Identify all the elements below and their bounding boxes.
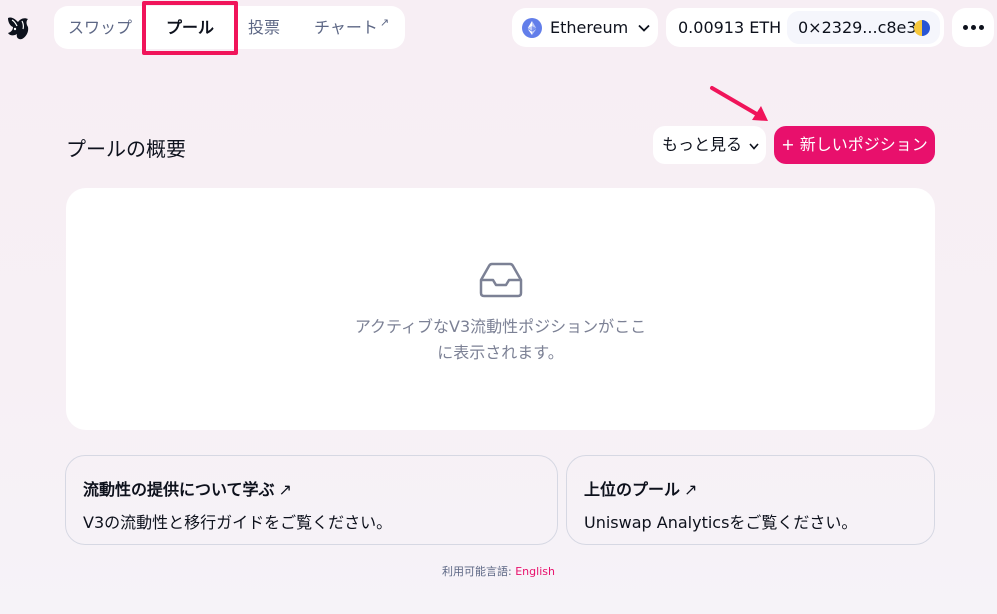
main-nav: スワップ プール 投票 チャート ↗ — [54, 6, 405, 49]
ellipsis-icon — [962, 25, 968, 30]
nav-tab-vote[interactable]: 投票 — [248, 6, 280, 49]
top-pools-subtitle: Uniswap Analyticsをご覧ください。 — [584, 513, 858, 532]
language-prefix: 利用可能言語: — [442, 565, 516, 578]
eth-balance: 0.00913 ETH — [678, 18, 782, 37]
network-label: Ethereum — [550, 18, 629, 37]
positions-empty-card: アクティブなV3流動性ポジションがここ に表示されます。 — [66, 188, 935, 430]
empty-state-line-2: に表示されます。 — [437, 343, 564, 362]
wallet-address-button[interactable]: 0×2329...c8e3 — [787, 11, 940, 44]
network-selector-button[interactable]: Ethereum — [512, 8, 658, 47]
more-dropdown-label: もっと見る — [662, 135, 743, 154]
chevron-down-icon — [638, 24, 650, 32]
more-dropdown-button[interactable]: もっと見る — [653, 126, 766, 164]
empty-state-message: アクティブなV3流動性ポジションがここ に表示されます。 — [66, 314, 935, 366]
nav-tab-pool[interactable]: プール — [166, 6, 214, 49]
external-link-icon: ↗ — [684, 480, 698, 499]
nav-tab-swap[interactable]: スワップ — [68, 6, 132, 49]
inbox-icon — [479, 262, 523, 298]
uniswap-logo-icon[interactable] — [4, 12, 32, 42]
top-pools-card[interactable]: 上位のプール ↗ Uniswap Analyticsをご覧ください。 — [566, 455, 935, 545]
nav-tab-charts[interactable]: チャート ↗ — [314, 6, 389, 49]
wallet-address: 0×2329...c8e3 — [798, 18, 917, 37]
account-widget[interactable]: 0.00913 ETH 0×2329...c8e3 — [666, 8, 944, 47]
learn-liquidity-title-text: 流動性の提供について学ぶ — [83, 480, 275, 499]
nav-tab-charts-label: チャート — [314, 18, 378, 37]
learn-liquidity-title: 流動性の提供について学ぶ ↗ — [83, 476, 292, 500]
language-footer: 利用可能言語: English — [0, 563, 997, 579]
ethereum-icon — [522, 17, 542, 38]
learn-liquidity-subtitle: V3の流動性と移行ガイドをご覧ください。 — [83, 513, 393, 532]
more-options-button[interactable] — [952, 8, 994, 47]
wallet-avatar-icon — [914, 20, 930, 36]
external-link-icon: ↗ — [379, 16, 390, 29]
annotation-arrow-icon — [710, 86, 768, 121]
external-link-icon: ↗ — [278, 480, 292, 499]
learn-liquidity-card[interactable]: 流動性の提供について学ぶ ↗ V3の流動性と移行ガイドをご覧ください。 — [65, 455, 558, 545]
top-pools-title: 上位のプール ↗ — [584, 476, 697, 500]
chevron-down-icon — [749, 143, 759, 150]
empty-state-line-1: アクティブなV3流動性ポジションがここ — [354, 317, 647, 336]
page-title: プールの概要 — [66, 137, 186, 161]
top-pools-title-text: 上位のプール — [584, 480, 681, 499]
ellipsis-dot — [970, 25, 976, 30]
language-link-english[interactable]: English — [515, 565, 555, 578]
ellipsis-dot — [978, 25, 984, 30]
new-position-button[interactable]: + 新しいポジション — [774, 126, 935, 164]
